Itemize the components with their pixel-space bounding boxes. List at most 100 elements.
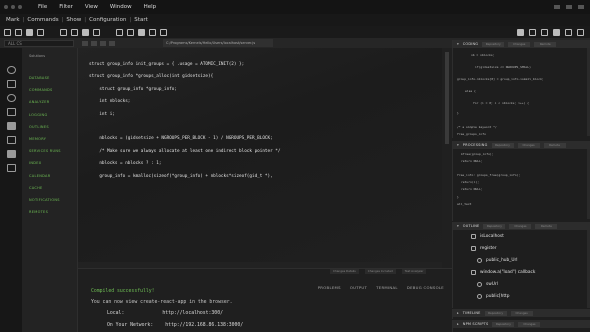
collapse-icon[interactable]: ▾ — [457, 224, 459, 228]
layout-icon[interactable] — [517, 28, 524, 36]
explorer-icon[interactable] — [6, 66, 16, 74]
panel-chip[interactable]: Repository — [483, 223, 506, 229]
menu-mark[interactable]: Mark — [6, 17, 20, 23]
menu-window[interactable]: Window — [110, 4, 132, 10]
panel-line: } — [457, 195, 459, 199]
outline-item[interactable]: public_hub_Url — [477, 258, 518, 263]
build-icon[interactable] — [138, 28, 145, 36]
subtab-test-analyzer[interactable]: Test Analyzer — [401, 269, 427, 274]
save-all-icon[interactable] — [37, 28, 44, 36]
menu-filter[interactable]: Filter — [59, 4, 73, 10]
window-buttons[interactable] — [554, 5, 584, 9]
subtab-changes-details[interactable]: Changes Details — [330, 269, 359, 274]
collapse-icon[interactable]: ▸ — [457, 311, 459, 315]
sidebar-item-remotes[interactable]: REMOTES — [22, 206, 77, 218]
menu-configuration[interactable]: Configuration — [89, 17, 126, 23]
outline-item[interactable]: register — [471, 246, 497, 251]
panel-line: free_groups_info — [457, 132, 486, 136]
sidebar-item-analyzer[interactable]: ANALYZER — [22, 96, 77, 108]
sidebar-item-cache[interactable]: CACHE — [22, 182, 77, 194]
sidebar-item-database[interactable]: DATABASE — [22, 72, 77, 84]
panel-chip[interactable]: Repository — [491, 142, 514, 148]
new-file-icon[interactable] — [4, 28, 11, 36]
network-url[interactable]: http://192.168.86.138:3000/ — [165, 323, 243, 328]
split-icon[interactable] — [541, 28, 548, 36]
menu-view[interactable]: View — [85, 4, 98, 10]
outline-item[interactable]: isLocalhost — [471, 234, 504, 239]
terminal-output[interactable]: Compiled successfully! You can now view … — [91, 286, 243, 331]
cut-icon[interactable] — [60, 28, 67, 36]
outline-item[interactable]: swUrl — [477, 282, 498, 287]
panel-icon[interactable] — [529, 28, 536, 36]
tab-terminal[interactable]: TERMINAL — [376, 285, 398, 290]
editor-scrollbar[interactable] — [442, 48, 452, 268]
panel-chip[interactable]: Changes — [509, 223, 532, 229]
find-icon[interactable] — [116, 28, 123, 36]
panel-chip[interactable]: Changes — [508, 41, 531, 47]
panel-chip[interactable]: Repository — [492, 321, 515, 327]
search-icon[interactable] — [6, 80, 16, 88]
panel-chip[interactable]: Changes — [518, 321, 541, 327]
local-url[interactable]: http://localhost:300/ — [162, 311, 223, 316]
menu-commands[interactable]: Commands — [27, 17, 58, 23]
processing-panel-header[interactable]: ▾ PROCESSING Repository Changes Remote — [453, 141, 590, 149]
sidebar-item-notifications[interactable]: NOTIFICATIONS — [22, 194, 77, 206]
panel-chip[interactable]: Repository — [484, 310, 507, 316]
timeline-panel-title: TIMELINE — [462, 311, 481, 315]
panel-chip[interactable]: Remote — [543, 142, 566, 148]
window-controls[interactable] — [4, 5, 22, 9]
menu-show[interactable]: Show — [66, 17, 81, 23]
outline-item[interactable]: public[http — [477, 294, 509, 299]
menu-file[interactable]: File — [38, 4, 47, 10]
search-input[interactable]: ALL CS — [4, 39, 74, 47]
extensions-icon[interactable] — [6, 122, 16, 130]
outline-item[interactable]: window.a("load") callback — [471, 270, 535, 275]
tab-output[interactable]: OUTPUT — [350, 285, 367, 290]
settings-icon[interactable] — [565, 28, 572, 36]
tab-debug-console[interactable]: DEBUG CONSOLE — [407, 285, 444, 290]
collapse-icon[interactable]: ▾ — [457, 143, 459, 147]
collapse-icon[interactable]: ▾ — [457, 42, 459, 46]
panel-chip[interactable]: Changes — [517, 142, 540, 148]
paste-icon[interactable] — [82, 28, 89, 36]
undo-icon[interactable] — [93, 28, 100, 36]
coding-panel-header[interactable]: ▾ CODING Repository Changes Remote — [453, 40, 590, 48]
timeline-panel-header[interactable]: ▸ TIMELINE Repository Changes — [453, 309, 590, 317]
tab-problems[interactable]: PROBLEMS — [318, 285, 341, 290]
menu-start[interactable]: Start — [134, 17, 147, 23]
panel-chip[interactable]: Repository — [482, 41, 505, 47]
outline-panel-header[interactable]: ▾ OUTLINE Repository Changes Remote — [453, 222, 590, 230]
save-icon[interactable] — [26, 28, 33, 36]
sidebar-item-logging[interactable]: LOGGING — [22, 109, 77, 121]
editor-tab[interactable]: C:/Programs/Kernels/Hello/Users/localhos… — [163, 39, 273, 47]
npm-scripts-panel-header[interactable]: ▸ NPM SCRIPTS Repository Changes — [453, 320, 590, 328]
terminal-toggle-icon[interactable] — [553, 28, 560, 36]
sidebar-item-commands[interactable]: COMMANDS — [22, 84, 77, 96]
sidebar-item-memory[interactable]: MEMORY — [22, 133, 77, 145]
local-label: Local: — [107, 311, 125, 317]
notebook-icon[interactable] — [6, 150, 16, 158]
copy-icon[interactable] — [71, 28, 78, 36]
sidebar-item-outlines[interactable]: OUTLINES — [22, 121, 77, 133]
sidebar-item-index[interactable]: INDEX — [22, 157, 77, 169]
panel-chip[interactable]: Remote — [534, 41, 557, 47]
collapse-icon[interactable]: ▸ — [457, 322, 459, 326]
debug-icon[interactable] — [6, 108, 16, 116]
debug-icon[interactable] — [160, 28, 167, 36]
sidebar-item-calendar[interactable]: CALENDAR — [22, 170, 77, 182]
sidebar-item-services-runs[interactable]: SERVICES RUNS — [22, 145, 77, 157]
open-file-icon[interactable] — [15, 28, 22, 36]
panel-chip[interactable]: Remote — [535, 223, 558, 229]
panel-chip[interactable]: Changes — [510, 310, 533, 316]
outline-item-label: swUrl — [486, 282, 498, 287]
account-icon[interactable] — [577, 28, 584, 36]
replace-icon[interactable] — [127, 28, 134, 36]
code-editor[interactable]: struct group_info init_groups = { .usage… — [78, 48, 442, 268]
remote-icon[interactable] — [6, 136, 16, 144]
test-icon[interactable] — [6, 164, 16, 172]
run-icon[interactable] — [149, 28, 156, 36]
view-switcher[interactable] — [82, 40, 115, 46]
menu-help[interactable]: Help — [144, 4, 157, 10]
subtab-changes-included[interactable]: Changes Included — [364, 269, 396, 274]
source-control-icon[interactable] — [6, 94, 16, 102]
